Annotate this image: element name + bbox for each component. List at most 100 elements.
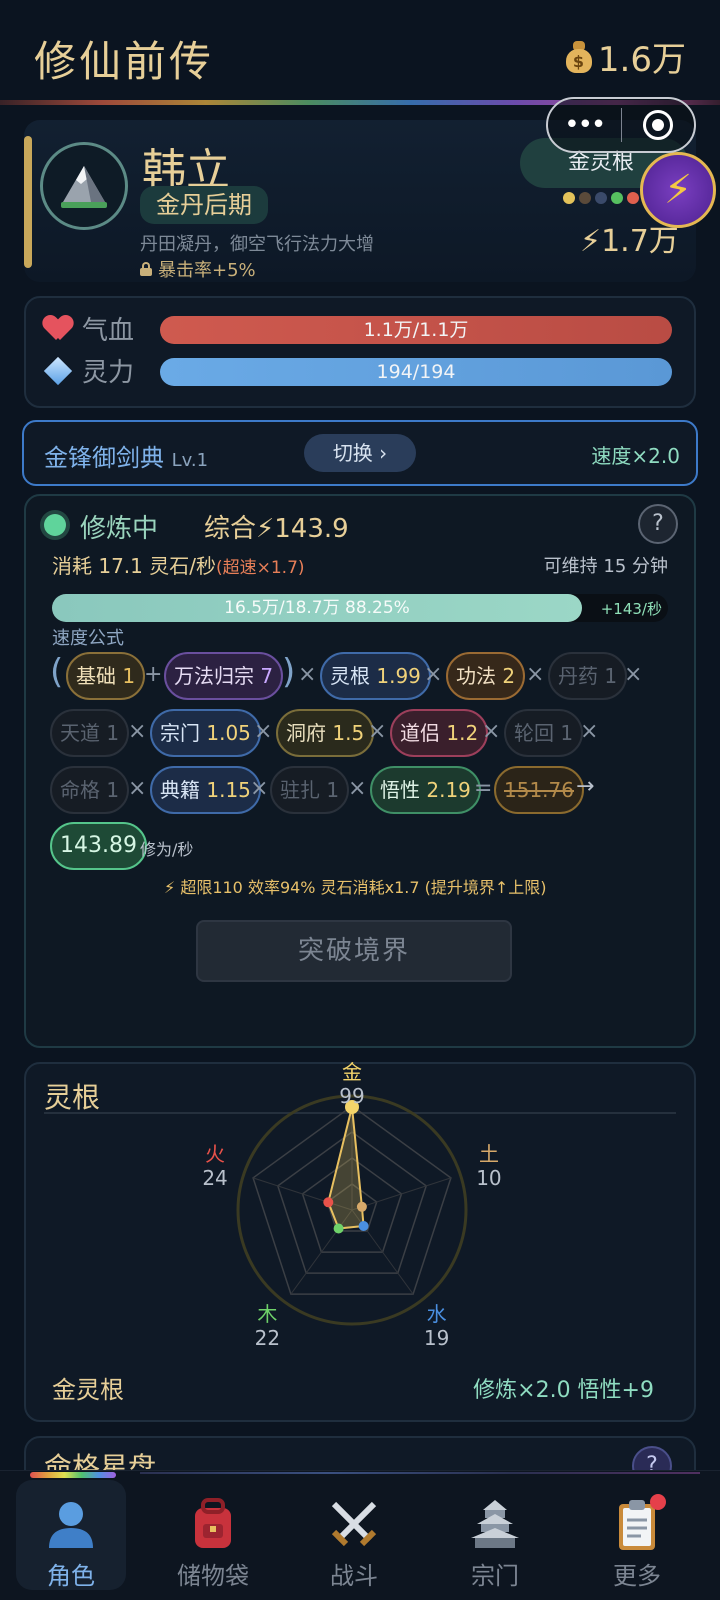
radar-label-name: 金 xyxy=(342,1060,362,1084)
factor-skill[interactable]: 功法 2 xyxy=(446,652,526,700)
radar-point-水 xyxy=(358,1221,369,1231)
factor-station[interactable]: 驻扎 1 xyxy=(270,766,350,814)
sustain-text: 可维持 15 分钟 xyxy=(543,556,668,577)
consume-value: 消耗 17.1 灵石/秒 xyxy=(52,554,216,578)
power-value: 1.7万 xyxy=(601,224,679,259)
hp-bar: 1.1万/1.1万 xyxy=(160,316,672,344)
cultivation-status: 修炼中 xyxy=(80,514,159,544)
hp-label: 气血 xyxy=(82,316,135,346)
final-speed-unit: 修为/秒 xyxy=(140,840,194,859)
heart-icon xyxy=(44,316,72,342)
multiply-operator: × xyxy=(128,719,147,744)
factor-rebirth[interactable]: 轮回 1 xyxy=(504,709,584,757)
mp-bar: 194/194 xyxy=(160,358,672,386)
technique-level: Lv.1 xyxy=(171,450,209,471)
radar-point-火 xyxy=(323,1197,334,1208)
element-dot xyxy=(611,192,623,204)
open-paren: ( xyxy=(50,652,64,692)
factor-insight[interactable]: 悟性 2.19 xyxy=(370,766,481,814)
factor-base[interactable]: 基础 1 xyxy=(66,652,146,700)
multiply-operator: × xyxy=(298,662,317,687)
more-menu-button[interactable]: ••• xyxy=(548,112,621,138)
more-dots-icon: ••• xyxy=(564,110,606,140)
spirit-root-title: 灵根 xyxy=(44,1081,101,1114)
character-accent-bar xyxy=(24,136,32,268)
radar-label-value: 10 xyxy=(476,1165,502,1190)
technique-title: 金锋御剑典 xyxy=(44,444,164,472)
radar-label-name: 水 xyxy=(426,1302,447,1327)
radar-label-value: 99 xyxy=(339,1084,365,1108)
factor-sect[interactable]: 宗门 1.05 xyxy=(150,709,261,757)
breakthrough-button[interactable]: 突破境界 xyxy=(196,920,512,982)
close-miniprogram-button[interactable] xyxy=(622,110,695,140)
consume-text: 消耗 17.1 灵石/秒(超速×1.7) xyxy=(52,550,305,579)
raw-speed-value: 151.76 xyxy=(494,766,584,814)
hp-row: 气血 xyxy=(44,310,152,347)
nav-battle[interactable]: 战斗 xyxy=(299,1480,409,1590)
multiply-operator: × xyxy=(424,662,443,687)
castle-icon xyxy=(467,1496,523,1552)
multiply-operator: × xyxy=(128,776,147,801)
radar-label: 木 22 xyxy=(237,1302,297,1350)
lock-icon xyxy=(140,262,152,276)
record-icon xyxy=(642,110,673,140)
realm-bonus-text: 暴击率+5% xyxy=(158,260,256,281)
radar-label: 金 99 xyxy=(322,1060,382,1108)
factor-pill[interactable]: 丹药 1 xyxy=(548,652,628,700)
notification-badge xyxy=(650,1494,666,1510)
help-button[interactable]: ? xyxy=(638,504,678,544)
character-avatar[interactable] xyxy=(40,142,128,230)
overspeed-text: (超速×1.7) xyxy=(215,558,305,578)
mp-row: 灵力 xyxy=(43,352,152,389)
realm-badge: 金丹后期 xyxy=(140,186,268,224)
lightning-icon: ⚡ xyxy=(663,167,693,213)
lightning-button[interactable]: ⚡ xyxy=(640,152,716,228)
multiply-operator: × xyxy=(482,719,501,744)
final-speed-value: 143.89 xyxy=(50,822,147,870)
radar-label-name: 火 xyxy=(205,1141,226,1166)
factor-wanfa[interactable]: 万法归宗 7 xyxy=(164,652,284,700)
element-dots xyxy=(563,192,639,204)
radar-label-value: 24 xyxy=(202,1165,228,1190)
factor-partner[interactable]: 道侣 1.2 xyxy=(390,709,489,757)
nav-label: 角色 xyxy=(47,1562,95,1590)
factor-cave[interactable]: 洞府 1.5 xyxy=(276,709,375,757)
multiply-operator: × xyxy=(254,719,273,744)
person-icon xyxy=(43,1496,99,1552)
element-dot xyxy=(563,192,575,204)
progress-rate: +143/秒 xyxy=(600,600,662,618)
element-dot xyxy=(627,192,639,204)
multiply-operator: × xyxy=(250,776,269,801)
formula-label: 速度公式 xyxy=(52,628,124,649)
radar-label: 土 10 xyxy=(459,1142,519,1190)
mountain-icon xyxy=(61,166,107,208)
app-title: 修仙前传 xyxy=(34,37,215,86)
nav-active-indicator xyxy=(30,1472,116,1478)
nav-character[interactable]: 角色 xyxy=(16,1480,126,1590)
multiply-operator: × xyxy=(526,662,545,687)
factor-book[interactable]: 典籍 1.15 xyxy=(150,766,261,814)
miniprogram-capsule: ••• xyxy=(546,97,696,153)
factor-heaven[interactable]: 天道 1 xyxy=(50,709,130,757)
nav-more[interactable]: 更多 xyxy=(582,1480,692,1590)
factor-root[interactable]: 灵根 1.99 xyxy=(320,652,431,700)
spirit-root-bonus: 修炼×2.0 悟性+9 xyxy=(473,1378,654,1403)
nav-storage[interactable]: 储物袋 xyxy=(158,1480,268,1590)
factor-fate[interactable]: 命格 1 xyxy=(50,766,130,814)
switch-technique-button[interactable]: 切换 › xyxy=(304,434,416,472)
mp-label: 灵力 xyxy=(82,358,135,388)
multiply-operator: × xyxy=(368,719,387,744)
nav-sect[interactable]: 宗门 xyxy=(440,1480,550,1590)
radar-label-value: 22 xyxy=(254,1326,281,1351)
nav-label: 更多 xyxy=(613,1562,661,1590)
radar-label-value: 19 xyxy=(423,1326,450,1351)
technique-speed: 速度×2.0 xyxy=(591,444,680,468)
plus-operator: + xyxy=(144,662,163,687)
radar-label: 水 19 xyxy=(407,1302,467,1350)
currency-value: 1.6万 xyxy=(597,40,686,80)
element-dot xyxy=(595,192,607,204)
multiply-operator: × xyxy=(624,662,643,687)
technique-name: 金锋御剑典 Lv.1 xyxy=(44,438,208,473)
equals-operator: = xyxy=(474,776,493,801)
radar-label-name: 土 xyxy=(478,1141,499,1166)
